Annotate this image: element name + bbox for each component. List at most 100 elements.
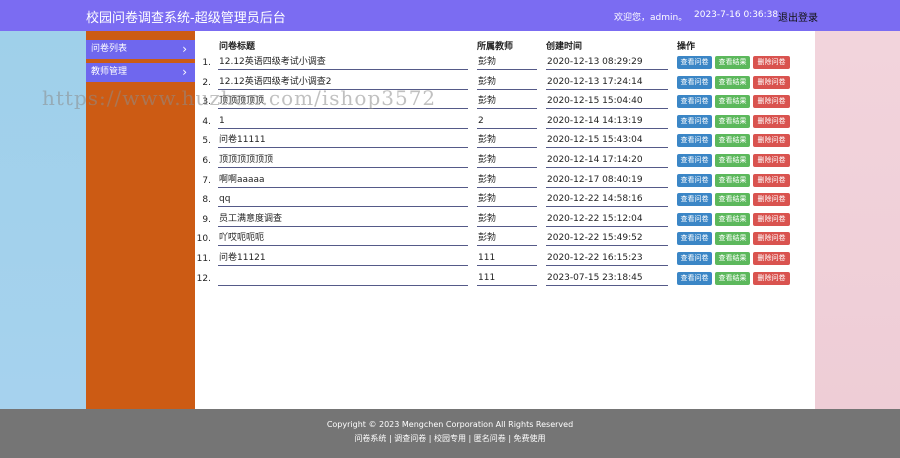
row-teacher: 彭勃 bbox=[477, 213, 537, 227]
view-results-button[interactable]: 查看结果 bbox=[715, 134, 750, 148]
row-number: 5. bbox=[202, 136, 211, 147]
row-created-time: 2020-12-14 14:13:19 bbox=[546, 115, 668, 129]
view-results-button[interactable]: 查看结果 bbox=[715, 232, 750, 246]
sidebar-item-questionnaire-list[interactable]: 问卷列表 › bbox=[86, 40, 195, 59]
row-created-time: 2020-12-22 16:15:23 bbox=[546, 252, 668, 266]
table-row: 12. 111 2023-07-15 23:18:45 查看问卷 查看结果 删除问卷 bbox=[195, 271, 815, 290]
view-results-button[interactable]: 查看结果 bbox=[715, 271, 750, 285]
row-created-time: 2020-12-17 08:40:19 bbox=[546, 174, 668, 188]
view-results-button[interactable]: 查看结果 bbox=[715, 173, 750, 187]
row-teacher: 彭勃 bbox=[477, 154, 537, 168]
top-header-bar: 校园问卷调查系统-超级管理员后台 欢迎您，admin。 2023-7-16 0:… bbox=[0, 0, 900, 31]
table-row: 5. 问卷11111 彭勃 2020-12-15 15:43:04 查看问卷 查看结果 删除… bbox=[195, 133, 815, 152]
row-teacher: 彭勃 bbox=[477, 232, 537, 247]
delete-questionnaire-button[interactable]: 删除问卷 bbox=[753, 56, 790, 69]
view-questionnaire-button[interactable]: 查看问卷 bbox=[677, 154, 712, 167]
row-title: 问卷11111 bbox=[218, 134, 468, 149]
delete-questionnaire-button[interactable]: 删除问卷 bbox=[753, 271, 790, 285]
row-number: 4. bbox=[202, 116, 211, 127]
delete-questionnaire-button[interactable]: 删除问卷 bbox=[753, 75, 790, 89]
row-teacher: 彭勃 bbox=[477, 193, 537, 208]
row-number: 10. bbox=[196, 234, 211, 245]
app-title: 校园问卷调查系统-超级管理员后台 bbox=[86, 11, 286, 26]
row-title: 1 bbox=[218, 115, 468, 129]
delete-questionnaire-button[interactable]: 删除问卷 bbox=[753, 252, 790, 265]
view-questionnaire-button[interactable]: 查看问卷 bbox=[677, 114, 712, 128]
welcome-text: 欢迎您，admin。 bbox=[614, 13, 688, 23]
row-created-time: 2020-12-15 15:04:40 bbox=[546, 95, 668, 110]
delete-questionnaire-button[interactable]: 删除问卷 bbox=[753, 232, 790, 246]
row-teacher: 彭勃 bbox=[477, 95, 537, 110]
footer: Copyright © 2023 Mengchen Corporation Al… bbox=[0, 409, 900, 458]
row-created-time: 2023-07-15 23:18:45 bbox=[546, 272, 668, 286]
row-title: 顶顶顶顶顶 bbox=[218, 95, 468, 110]
view-questionnaire-button[interactable]: 查看问卷 bbox=[677, 212, 712, 226]
row-number: 6. bbox=[202, 156, 211, 166]
row-created-time: 2020-12-13 08:29:29 bbox=[546, 56, 668, 70]
row-number: 12. bbox=[196, 273, 211, 284]
row-created-time: 2020-12-22 15:12:04 bbox=[546, 213, 668, 227]
row-teacher: 彭勃 bbox=[477, 134, 537, 149]
delete-questionnaire-button[interactable]: 删除问卷 bbox=[753, 114, 790, 128]
view-questionnaire-button[interactable]: 查看问卷 bbox=[677, 56, 712, 69]
table-row: 9. 员工满意度调查 彭勃 2020-12-22 15:12:04 查看问卷 查看结果 删除… bbox=[195, 212, 815, 231]
row-teacher: 彭勃 bbox=[477, 174, 537, 188]
row-teacher: 彭勃 bbox=[477, 76, 537, 90]
sidebar-item-teacher-management[interactable]: 教师管理 › bbox=[86, 63, 195, 82]
row-title: 顶顶顶顶顶顶 bbox=[218, 154, 468, 168]
delete-questionnaire-button[interactable]: 删除问卷 bbox=[753, 154, 790, 167]
delete-questionnaire-button[interactable]: 删除问卷 bbox=[753, 134, 790, 148]
row-teacher: 111 bbox=[477, 272, 537, 286]
table-row: 3. 顶顶顶顶顶 彭勃 2020-12-15 15:04:40 查看问卷 查看结果 删除问卷 bbox=[195, 94, 815, 113]
view-results-button[interactable]: 查看结果 bbox=[715, 56, 750, 69]
view-results-button[interactable]: 查看结果 bbox=[715, 193, 750, 207]
view-results-button[interactable]: 查看结果 bbox=[715, 252, 750, 265]
delete-questionnaire-button[interactable]: 删除问卷 bbox=[753, 95, 790, 109]
row-created-time: 2020-12-22 14:58:16 bbox=[546, 193, 668, 208]
table-row: 8. qq 彭勃 2020-12-22 14:58:16 查看问卷 查看结果 删除问卷 bbox=[195, 192, 815, 211]
row-number: 9. bbox=[202, 214, 211, 225]
row-title: 啊啊aaaaa bbox=[218, 174, 468, 188]
header-teacher: 所属教师 bbox=[477, 42, 514, 52]
right-background bbox=[815, 31, 900, 409]
table-row: 11. 问卷11121 111 2020-12-22 16:15:23 查看问卷 查看结果… bbox=[195, 251, 815, 270]
table-row: 1. 12.12英语四级考试小调查 彭勃 2020-12-13 08:29:29 查看问… bbox=[195, 55, 815, 74]
row-number: 7. bbox=[202, 175, 211, 186]
view-results-button[interactable]: 查看结果 bbox=[715, 75, 750, 89]
sidebar: 问卷列表 › 教师管理 › bbox=[86, 31, 195, 409]
logout-link[interactable]: 退出登录 bbox=[778, 9, 818, 24]
table-row: 6. 顶顶顶顶顶顶 彭勃 2020-12-14 17:14:20 查看问卷 查看结果 删除问… bbox=[195, 153, 815, 172]
table-row: 2. 12.12英语四级考试小调查2 彭勃 2020-12-13 17:24:14 查看… bbox=[195, 75, 815, 94]
delete-questionnaire-button[interactable]: 删除问卷 bbox=[753, 193, 790, 207]
header-created: 创建时间 bbox=[546, 42, 583, 52]
row-number: 2. bbox=[202, 77, 211, 88]
view-results-button[interactable]: 查看结果 bbox=[715, 114, 750, 128]
row-title: 12.12英语四级考试小调查 bbox=[218, 56, 468, 70]
delete-questionnaire-button[interactable]: 删除问卷 bbox=[753, 173, 790, 187]
row-title bbox=[218, 272, 468, 286]
current-time: 2023-7-16 0:36:38 bbox=[694, 10, 779, 20]
view-results-button[interactable]: 查看结果 bbox=[715, 154, 750, 167]
chevron-right-icon: › bbox=[182, 65, 187, 79]
view-results-button[interactable]: 查看结果 bbox=[715, 212, 750, 226]
sidebar-item-label: 问卷列表 bbox=[91, 44, 128, 54]
sidebar-item-label: 教师管理 bbox=[91, 67, 128, 77]
view-questionnaire-button[interactable]: 查看问卷 bbox=[677, 271, 712, 285]
view-results-button[interactable]: 查看结果 bbox=[715, 95, 750, 109]
view-questionnaire-button[interactable]: 查看问卷 bbox=[677, 134, 712, 148]
main-content: 问卷标题 所属教师 创建时间 操作 1. 12.12英语四级考试小调查 彭勃 2020… bbox=[195, 31, 815, 409]
row-created-time: 2020-12-22 15:49:52 bbox=[546, 232, 668, 247]
view-questionnaire-button[interactable]: 查看问卷 bbox=[677, 232, 712, 246]
view-questionnaire-button[interactable]: 查看问卷 bbox=[677, 252, 712, 265]
row-created-time: 2020-12-14 17:14:20 bbox=[546, 154, 668, 168]
row-number: 11. bbox=[196, 254, 211, 264]
view-questionnaire-button[interactable]: 查看问卷 bbox=[677, 75, 712, 89]
view-questionnaire-button[interactable]: 查看问卷 bbox=[677, 173, 712, 187]
row-number: 1. bbox=[202, 58, 211, 68]
view-questionnaire-button[interactable]: 查看问卷 bbox=[677, 95, 712, 109]
delete-questionnaire-button[interactable]: 删除问卷 bbox=[753, 212, 790, 226]
view-questionnaire-button[interactable]: 查看问卷 bbox=[677, 193, 712, 207]
footer-links: 问卷系统 | 调查问卷 | 校园专用 | 匿名问卷 | 免费使用 bbox=[354, 434, 546, 443]
header-actions: 操作 bbox=[677, 42, 696, 52]
row-title: 吖哎呃呃呃 bbox=[218, 232, 468, 247]
